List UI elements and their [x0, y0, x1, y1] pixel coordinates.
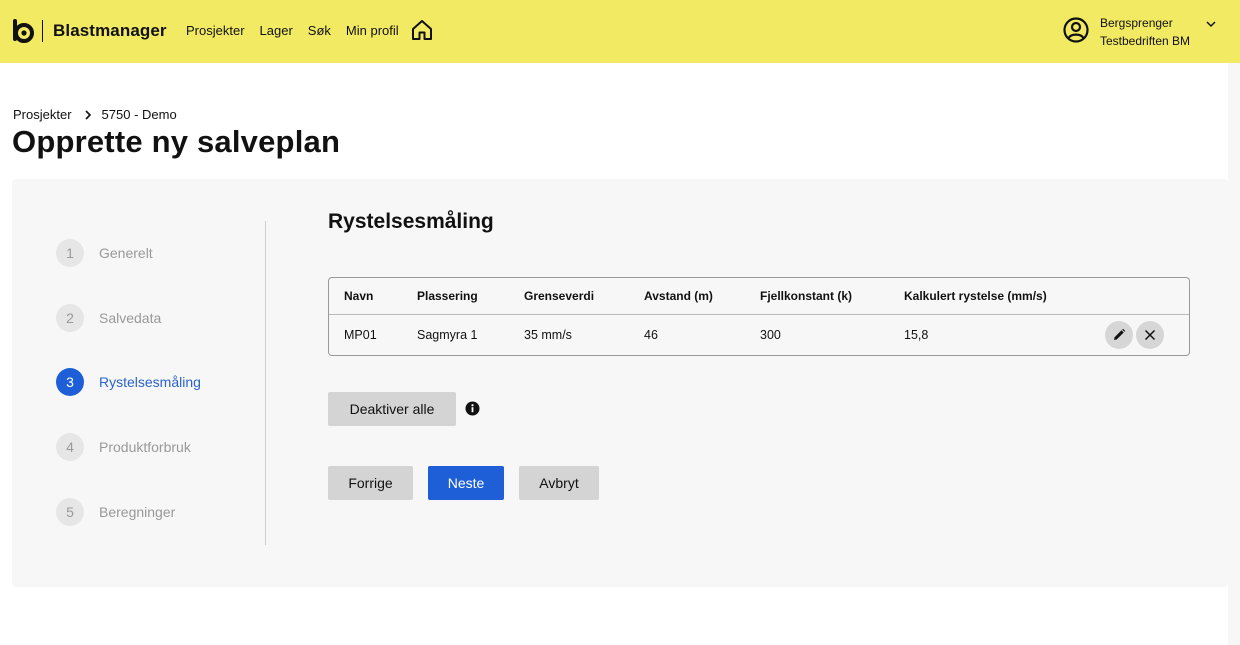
app-name: Blastmanager	[53, 21, 167, 40]
top-header: Blastmanager Prosjekter Lager Søk Min pr…	[0, 0, 1240, 63]
step-label: Generelt	[99, 245, 153, 261]
column-header-kalkulert-rystelse: Kalkulert rystelse (mm/s)	[904, 289, 1047, 303]
info-icon[interactable]	[465, 401, 480, 416]
user-menu[interactable]: Bergsprenger Testbedriften BM	[1063, 14, 1216, 50]
measurement-table: Navn Plassering Grenseverdi Avstand (m) …	[328, 277, 1190, 356]
logo-divider	[42, 20, 43, 42]
step-number: 5	[56, 498, 84, 526]
step-label: Beregninger	[99, 504, 176, 520]
user-company: Testbedriften BM	[1100, 34, 1191, 48]
home-icon[interactable]	[410, 18, 434, 42]
delete-button[interactable]	[1136, 321, 1164, 349]
step-number: 4	[56, 433, 84, 461]
step-number: 2	[56, 304, 84, 332]
cell-grenseverdi: 35 mm/s	[524, 328, 572, 342]
chevron-down-icon[interactable]	[1205, 18, 1217, 30]
step-number: 1	[56, 239, 84, 267]
nav-min-profil[interactable]: Min profil	[346, 23, 399, 38]
page-title: Opprette ny salveplan	[12, 124, 341, 159]
nav-sok[interactable]: Søk	[308, 23, 331, 38]
close-icon	[1144, 329, 1156, 341]
deactivate-all-button[interactable]: Deaktiver alle	[328, 392, 456, 426]
table-row: MP01 Sagmyra 1 35 mm/s 46 300 15,8	[329, 315, 1189, 355]
column-header-plassering: Plassering	[417, 289, 478, 303]
main-nav: Prosjekter Lager Søk Min profil	[186, 23, 414, 38]
edit-button[interactable]	[1105, 321, 1133, 349]
blastmanager-logo-icon	[13, 19, 34, 43]
previous-button[interactable]: Forrige	[328, 466, 413, 500]
next-button[interactable]: Neste	[428, 466, 504, 500]
cell-fjellkonstant: 300	[760, 328, 781, 342]
cell-navn: MP01	[344, 328, 377, 342]
chevron-right-icon	[84, 109, 91, 120]
section-title: Rystelsesmåling	[328, 210, 494, 233]
step-rystelsesmaling[interactable]: 3 Rystelsesmåling	[56, 368, 201, 396]
cancel-button[interactable]: Avbryt	[519, 466, 599, 500]
table-header: Navn Plassering Grenseverdi Avstand (m) …	[329, 278, 1189, 315]
step-produktforbruk[interactable]: 4 Produktforbruk	[56, 433, 191, 461]
step-generelt[interactable]: 1 Generelt	[56, 239, 153, 267]
column-header-grenseverdi: Grenseverdi	[524, 289, 595, 303]
step-salvedata[interactable]: 2 Salvedata	[56, 304, 161, 332]
column-header-fjellkonstant: Fjellkonstant (k)	[760, 289, 853, 303]
nav-prosjekter[interactable]: Prosjekter	[186, 23, 245, 38]
breadcrumb-prosjekter[interactable]: Prosjekter	[13, 107, 72, 122]
user-role: Bergsprenger	[1100, 16, 1173, 30]
wizard-panel: 1 Generelt 2 Salvedata 3 Rystelsesmåling…	[12, 179, 1228, 587]
breadcrumb: Prosjekter 5750 - Demo	[13, 107, 177, 122]
user-avatar-icon	[1063, 17, 1089, 43]
breadcrumb-project[interactable]: 5750 - Demo	[102, 107, 177, 122]
step-number: 3	[56, 368, 84, 396]
cell-avstand: 46	[644, 328, 658, 342]
pencil-icon	[1114, 328, 1126, 340]
step-label: Produktforbruk	[99, 439, 191, 455]
app-logo[interactable]: Blastmanager	[12, 18, 167, 44]
column-header-avstand: Avstand (m)	[644, 289, 713, 303]
cell-kalkulert-rystelse: 15,8	[904, 328, 929, 342]
column-header-navn: Navn	[344, 289, 374, 303]
user-info: Bergsprenger Testbedriften BM	[1100, 14, 1190, 50]
step-label: Rystelsesmåling	[99, 374, 201, 390]
cell-plassering: Sagmyra 1	[417, 328, 478, 342]
steps-divider	[265, 221, 266, 545]
page-edge	[1228, 63, 1240, 645]
step-beregninger[interactable]: 5 Beregninger	[56, 498, 175, 526]
nav-lager[interactable]: Lager	[260, 23, 293, 38]
step-label: Salvedata	[99, 310, 162, 326]
